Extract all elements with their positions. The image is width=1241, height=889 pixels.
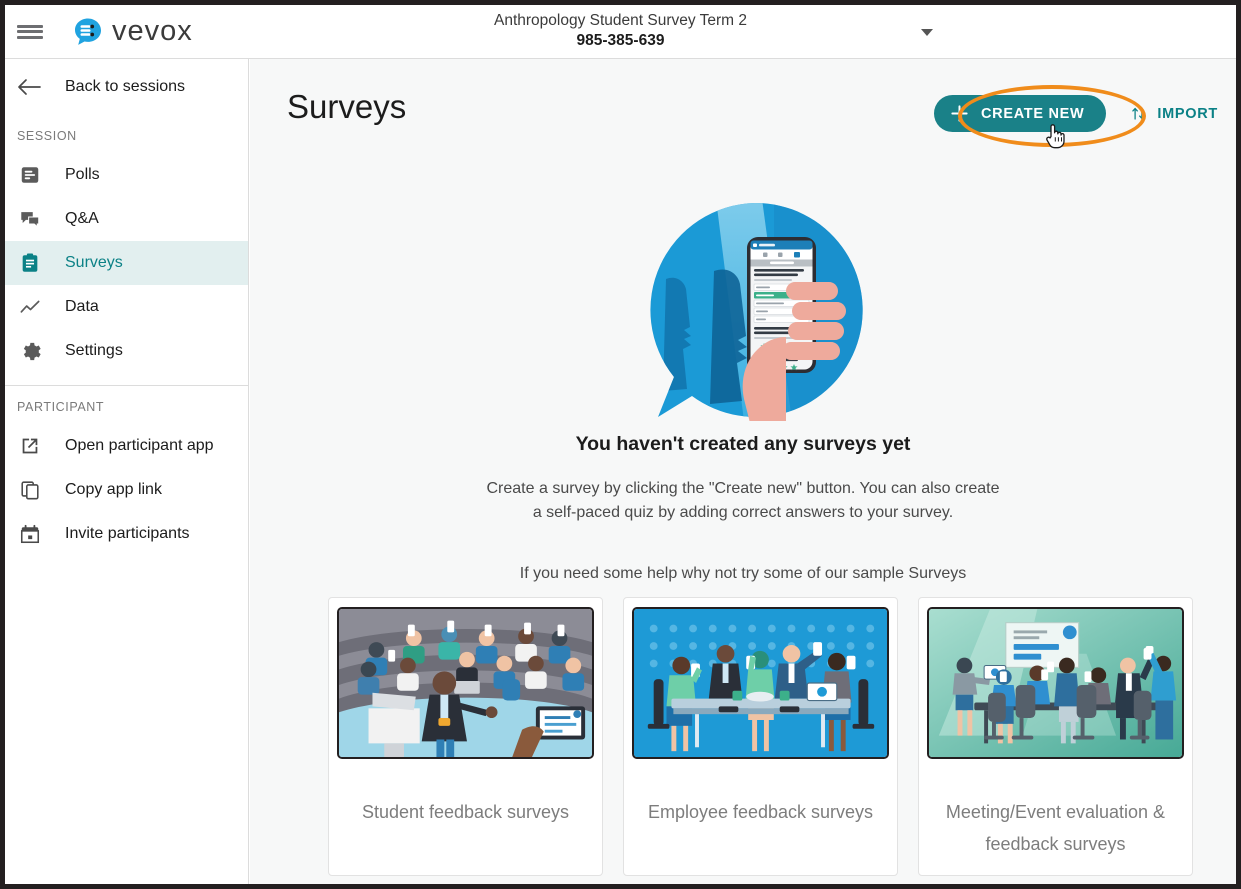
sidebar-item-qa-label: Q&A [65,210,99,227]
top-bar: vevox Anthropology Student Survey Term 2… [5,5,1236,59]
sample-surveys-hint: If you need some help why not try some o… [519,565,967,582]
arrow-left-icon [17,77,43,97]
surveys-icon [17,250,43,276]
sidebar-item-invite-participants-label: Invite participants [65,525,190,542]
sort-arrows-icon [1130,105,1147,122]
plus-icon [950,104,969,123]
create-new-label: CREATE NEW [981,105,1085,122]
chevron-down-icon[interactable] [921,29,933,36]
empty-state-body-line-1: Create a survey by clicking the "Create … [486,480,1000,497]
sidebar-item-open-participant-app[interactable]: Open participant app [5,424,248,468]
sample-survey-card[interactable]: Student feedback surveys [328,597,603,876]
sidebar-item-surveys[interactable]: Surveys [5,241,248,285]
create-new-button[interactable]: CREATE NEW [934,95,1107,132]
copy-icon [17,477,43,503]
qa-icon [17,206,43,232]
sample-survey-card[interactable]: Employee feedback surveys [623,597,898,876]
data-icon [17,294,43,320]
page-title: Surveys [287,88,407,125]
calendar-icon [17,521,43,547]
import-label: IMPORT [1157,105,1218,122]
sidebar-item-open-participant-app-label: Open participant app [65,437,214,454]
sidebar-item-settings-label: Settings [65,342,123,359]
empty-state-body-line-2: a self-paced quiz by adding correct answ… [532,504,954,521]
office-meeting-illustration [632,607,889,759]
sample-survey-card-label: Student feedback surveys [361,802,570,822]
vevox-logo-icon [73,17,103,47]
sidebar: Back to sessions SESSION Polls Q&A Surve… [5,59,249,884]
sidebar-item-copy-app-link-label: Copy app link [65,481,162,498]
sample-surveys-list: Student feedback surveys Employee feedba… [328,597,1193,876]
polls-icon [17,162,43,188]
page-actions: CREATE NEW IMPORT [934,95,1218,132]
sidebar-item-data-label: Data [65,298,99,315]
app-window: vevox Anthropology Student Survey Term 2… [0,0,1241,889]
sidebar-item-data[interactable]: Data [5,285,248,329]
sidebar-item-invite-participants[interactable]: Invite participants [5,512,248,556]
import-button[interactable]: IMPORT [1130,105,1218,122]
sidebar-divider [5,385,248,386]
sidebar-item-qa[interactable]: Q&A [5,197,248,241]
main-content: Surveys CREATE NEW IMPORT You haven't cr… [250,59,1236,884]
sidebar-section-session: SESSION [17,129,77,143]
vevox-logo: vevox [73,15,193,48]
empty-state-title: You haven't created any surveys yet [575,433,911,455]
sample-survey-card[interactable]: Meeting/Event evaluation & feedback surv… [918,597,1193,876]
settings-gear-icon [17,338,43,364]
lecture-hall-illustration [337,607,594,759]
conference-room-illustration [927,607,1184,759]
sidebar-item-surveys-label: Surveys [65,254,123,271]
back-to-sessions-label: Back to sessions [65,78,186,95]
sample-survey-card-label: Meeting/Event evaluation & feedback surv… [945,802,1166,854]
external-link-icon [17,433,43,459]
sidebar-item-polls[interactable]: Polls [5,153,248,197]
survey-phone-illustration [644,199,866,421]
sample-survey-card-label: Employee feedback surveys [647,802,874,822]
vevox-wordmark: vevox [112,15,193,47]
hamburger-icon[interactable] [17,22,43,42]
sidebar-item-polls-label: Polls [65,166,100,183]
empty-state-body: Create a survey by clicking the "Create … [250,477,1236,525]
sidebar-item-copy-app-link[interactable]: Copy app link [5,468,248,512]
back-to-sessions-button[interactable]: Back to sessions [5,59,248,115]
sidebar-section-participant: PARTICIPANT [17,400,105,414]
sidebar-item-settings[interactable]: Settings [5,329,248,373]
